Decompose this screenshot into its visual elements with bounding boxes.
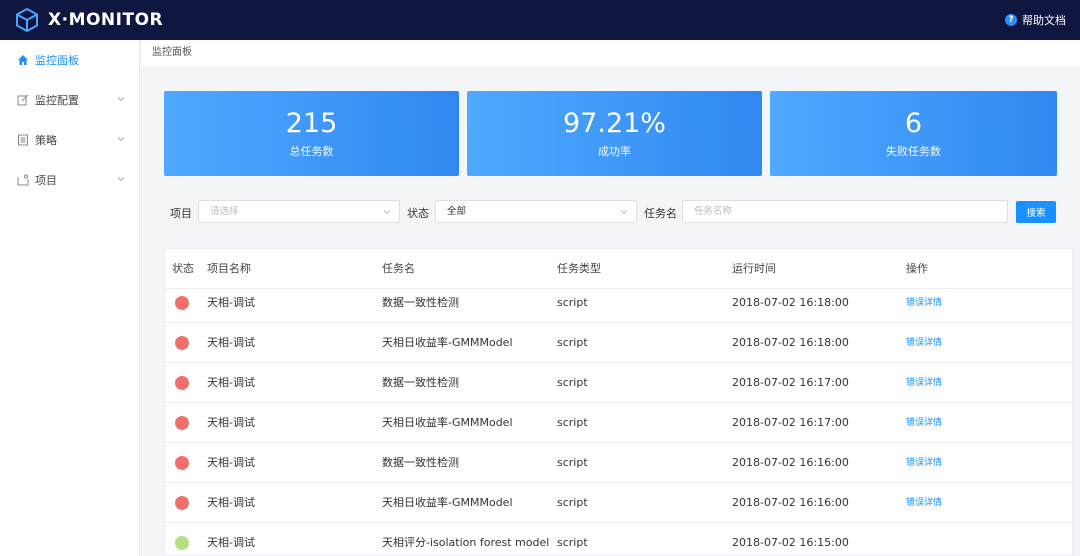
question-icon: ?: [1005, 14, 1017, 26]
sidebar: 监控面板 监控配置 策略 项目: [0, 40, 140, 556]
run-time-cell: 2018-07-02 16:18:00: [732, 296, 849, 309]
top-bar: X·MONITOR ? 帮助文档: [0, 0, 1080, 40]
table-row: 天相-调试 数据一致性检测 script 2018-07-02 16:18:00 错误详…: [165, 283, 1072, 323]
project-name-cell: 天相-调试: [207, 416, 255, 429]
task-name-cell: 数据一致性检测: [382, 296, 459, 309]
stat-value: 6: [904, 108, 923, 139]
action-cell[interactable]: 错误详情: [906, 443, 942, 483]
stat-card-success-rate: 97.21% 成功率: [467, 91, 762, 176]
stat-card-total-tasks: 215 总任务数: [164, 91, 459, 176]
document-icon: [17, 134, 29, 146]
help-docs-link[interactable]: ? 帮助文档: [1005, 12, 1066, 28]
action-cell[interactable]: 错误详情: [906, 323, 942, 363]
stat-value: 215: [285, 108, 338, 139]
chevron-down-icon: [117, 177, 125, 182]
task-type-cell: script: [557, 456, 588, 469]
status-failed-indicator: [175, 416, 189, 430]
status-failed-indicator: [175, 336, 189, 350]
run-time-cell: 2018-07-02 16:17:00: [732, 376, 849, 389]
task-name-filter-label: 任务名: [644, 207, 677, 220]
stat-value: 97.21%: [563, 108, 666, 139]
action-cell[interactable]: 错误详情: [906, 483, 942, 523]
run-time-cell: 2018-07-02 16:15:00: [732, 536, 849, 549]
run-time-cell: 2018-07-02 16:16:00: [732, 456, 849, 469]
folder-icon: [17, 174, 29, 186]
run-time-cell: 2018-07-02 16:16:00: [732, 496, 849, 509]
task-type-cell: script: [557, 336, 588, 349]
sidebar-item-label: 监控面板: [35, 54, 79, 67]
table-row: 天相-调试 天相日收益率-GMMModel script 2018-07-02 16:…: [165, 323, 1072, 363]
project-select-placeholder: 请选择: [210, 206, 239, 217]
task-name-cell: 数据一致性检测: [382, 376, 459, 389]
project-name-cell: 天相-调试: [207, 336, 255, 349]
table-row: 天相-调试 天相评分-isolation forest model script 20…: [165, 523, 1072, 555]
task-name-placeholder: 任务名称: [694, 206, 733, 217]
status-select[interactable]: 全部: [435, 200, 637, 223]
sidebar-item-monitor-dashboard[interactable]: 监控面板: [0, 40, 139, 80]
stat-card-failed-tasks: 6 失败任务数: [770, 91, 1057, 176]
sidebar-item-label: 项目: [35, 174, 57, 187]
project-name-cell: 天相-调试: [207, 296, 255, 309]
task-type-cell: script: [557, 496, 588, 509]
task-name-cell: 天相日收益率-GMMModel: [382, 416, 513, 429]
stat-label: 总任务数: [289, 145, 334, 158]
chevron-down-icon: [383, 210, 391, 215]
task-name-cell: 天相日收益率-GMMModel: [382, 336, 513, 349]
project-name-cell: 天相-调试: [207, 536, 255, 549]
chevron-down-icon: [117, 97, 125, 102]
task-type-cell: script: [557, 536, 588, 549]
task-type-cell: script: [557, 416, 588, 429]
action-cell[interactable]: 错误详情: [906, 283, 942, 323]
stat-label: 成功率: [598, 145, 631, 158]
cube-logo-icon: [16, 7, 38, 33]
project-filter-label: 项目: [170, 207, 192, 220]
search-button[interactable]: 搜索: [1016, 201, 1056, 223]
table-row: 天相-调试 数据一致性检测 script 2018-07-02 16:16:00 错误详…: [165, 443, 1072, 483]
chevron-down-icon: [117, 137, 125, 142]
task-name-input[interactable]: 任务名称: [682, 200, 1008, 223]
home-icon: [17, 54, 29, 66]
table-row: 天相-调试 天相日收益率-GMMModel script 2018-07-02 16:…: [165, 403, 1072, 443]
status-success-indicator: [175, 536, 189, 550]
sidebar-item-label: 监控配置: [35, 94, 79, 107]
task-table: 状态 项目名称 任务名 任务类型 运行时间 操作 天相-调试 数据一致性检测 scr…: [164, 248, 1073, 556]
sidebar-item-project[interactable]: 项目: [0, 160, 139, 200]
sidebar-item-label: 策略: [35, 134, 57, 147]
task-name-cell: 数据一致性检测: [382, 456, 459, 469]
app-name: X·MONITOR: [48, 10, 164, 30]
app-logo[interactable]: X·MONITOR: [14, 6, 163, 34]
status-failed-indicator: [175, 296, 189, 310]
project-name-cell: 天相-调试: [207, 496, 255, 509]
edit-icon: [17, 94, 29, 106]
status-select-value: 全部: [447, 206, 467, 217]
status-failed-indicator: [175, 496, 189, 510]
stat-label: 失败任务数: [886, 145, 941, 158]
action-cell[interactable]: 错误详情: [906, 363, 942, 403]
sidebar-item-monitor-config[interactable]: 监控配置: [0, 80, 139, 120]
run-time-cell: 2018-07-02 16:17:00: [732, 416, 849, 429]
project-select[interactable]: 请选择: [198, 200, 400, 223]
project-name-cell: 天相-调试: [207, 456, 255, 469]
breadcrumb: 监控面板: [141, 40, 1080, 66]
task-name-cell: 天相评分-isolation forest model: [382, 536, 550, 549]
chevron-down-icon: [620, 210, 628, 215]
task-name-cell: 天相日收益率-GMMModel: [382, 496, 513, 509]
action-cell[interactable]: 错误详情: [906, 403, 942, 443]
table-row: 天相-调试 天相日收益率-GMMModel script 2018-07-02 16:…: [165, 483, 1072, 523]
help-docs-label: 帮助文档: [1022, 14, 1066, 27]
task-type-cell: script: [557, 376, 588, 389]
run-time-cell: 2018-07-02 16:18:00: [732, 336, 849, 349]
table-row: 天相-调试 数据一致性检测 script 2018-07-02 16:17:00 错误详…: [165, 363, 1072, 403]
status-failed-indicator: [175, 456, 189, 470]
status-failed-indicator: [175, 376, 189, 390]
project-name-cell: 天相-调试: [207, 376, 255, 389]
breadcrumb-current: 监控面板: [152, 47, 192, 58]
task-type-cell: script: [557, 296, 588, 309]
sidebar-item-strategy[interactable]: 策略: [0, 120, 139, 160]
status-filter-label: 状态: [407, 207, 429, 220]
